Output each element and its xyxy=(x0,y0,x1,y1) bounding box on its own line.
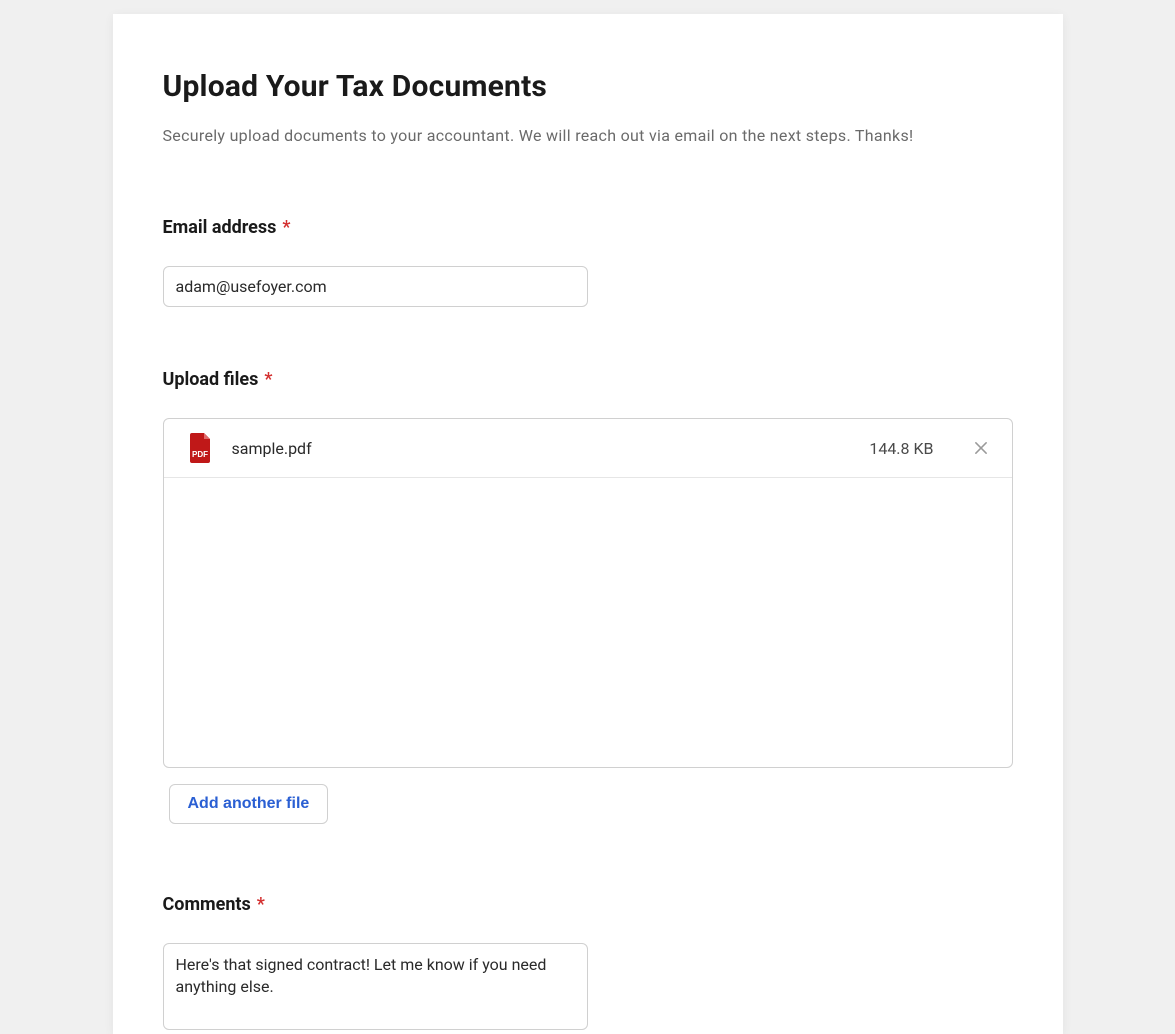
add-another-file-button[interactable]: Add another file xyxy=(169,784,329,824)
comments-field-block: Comments * xyxy=(163,894,1013,1034)
file-dropzone[interactable]: PDF sample.pdf 144.8 KB xyxy=(163,418,1013,768)
page-subtitle: Securely upload documents to your accoun… xyxy=(163,126,1013,145)
required-asterisk: * xyxy=(282,217,290,238)
comments-label: Comments * xyxy=(163,894,1013,915)
email-label: Email address * xyxy=(163,217,1013,238)
email-field[interactable] xyxy=(163,266,588,307)
comments-field[interactable] xyxy=(163,943,588,1030)
file-name: sample.pdf xyxy=(232,439,850,458)
file-row: PDF sample.pdf 144.8 KB xyxy=(164,419,1012,478)
required-asterisk: * xyxy=(257,894,265,915)
remove-file-icon[interactable] xyxy=(974,441,988,455)
file-size: 144.8 KB xyxy=(869,439,933,458)
required-asterisk: * xyxy=(264,369,272,390)
page-title: Upload Your Tax Documents xyxy=(163,69,1013,104)
upload-label-text: Upload files xyxy=(163,369,259,390)
email-label-text: Email address xyxy=(163,217,277,238)
svg-text:PDF: PDF xyxy=(192,450,208,459)
email-field-block: Email address * xyxy=(163,217,1013,307)
comments-label-text: Comments xyxy=(163,894,251,915)
pdf-file-icon: PDF xyxy=(188,433,212,463)
upload-form-card: Upload Your Tax Documents Securely uploa… xyxy=(113,14,1063,1034)
upload-label: Upload files * xyxy=(163,369,1013,390)
upload-field-block: Upload files * PDF sample.pdf 144.8 KB xyxy=(163,369,1013,894)
